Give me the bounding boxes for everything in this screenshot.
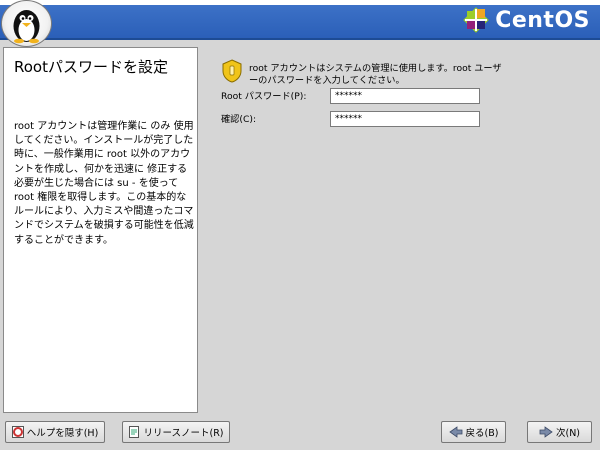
next-label: 次(N): [555, 428, 581, 439]
confirm-field[interactable]: ******: [330, 111, 480, 127]
help-icon: [11, 426, 24, 438]
banner-bottom-line: [0, 38, 600, 40]
brand-name: CentOS: [495, 7, 590, 33]
back-button[interactable]: 戻る(B): [441, 421, 506, 443]
brand: CentOS: [463, 6, 590, 34]
shield-info-icon: [222, 59, 242, 83]
password-label: Root パスワード(P):: [221, 91, 307, 102]
help-body: root アカウントは管理作業に のみ 使用してください。インストールが完了した…: [14, 121, 194, 246]
header-banner: CentOS: [0, 0, 600, 40]
confirm-label: 確認(C):: [221, 114, 257, 125]
help-panel: Rootパスワードを設定 root アカウントは管理作業に のみ 使用してくださ…: [3, 47, 198, 413]
hide-help-label: ヘルプを隠す(H): [26, 428, 99, 439]
next-button[interactable]: 次(N): [527, 421, 592, 443]
confirm-value: ******: [335, 114, 362, 124]
release-notes-label: リリースノート(R): [143, 428, 224, 439]
linux-penguin-icon: [13, 10, 40, 44]
back-label: 戻る(B): [465, 428, 499, 439]
arrow-right-icon: [539, 426, 553, 438]
arrow-left-icon: [448, 426, 463, 438]
info-text: root アカウントはシステムの管理に使用します。root ユーザーのパスワード…: [249, 63, 502, 86]
release-notes-button[interactable]: リリースノート(R): [122, 421, 230, 443]
notes-icon: [128, 426, 140, 438]
help-title: Rootパスワードを設定: [14, 58, 168, 76]
password-field[interactable]: ******: [330, 88, 480, 104]
centos-logo-icon: [463, 7, 489, 33]
logo: [1, 0, 52, 47]
info-icon-wrap: [221, 59, 243, 86]
password-value: ******: [335, 91, 362, 101]
banner-top-strip: [0, 0, 600, 5]
hide-help-button[interactable]: ヘルプを隠す(H): [5, 421, 105, 443]
